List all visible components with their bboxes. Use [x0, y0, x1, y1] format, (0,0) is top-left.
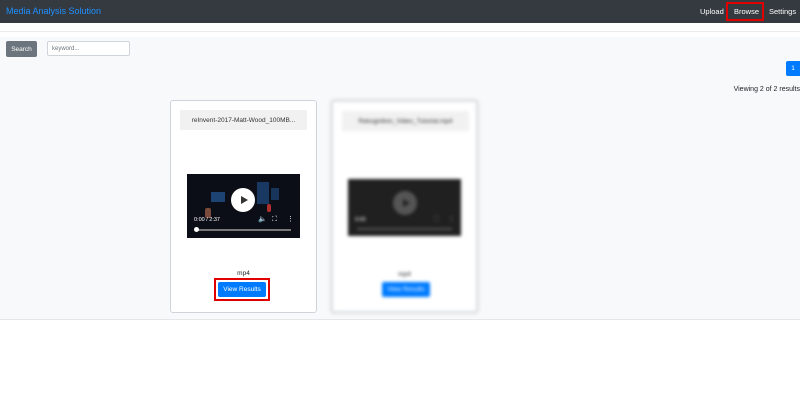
divider — [0, 31, 800, 32]
video-frame-graphic — [257, 182, 269, 204]
video-progress-handle[interactable] — [194, 227, 199, 232]
play-icon — [240, 196, 248, 204]
play-button[interactable] — [393, 191, 417, 215]
video-player[interactable]: 0:00 / 2:37 🔈 ⛶ ⋮ — [187, 174, 300, 238]
media-card: reInvent-2017-Matt-Wood_100MB... 0:00 / … — [170, 100, 317, 313]
fullscreen-icon[interactable]: ⛶ — [272, 216, 277, 224]
video-frame-person — [267, 204, 271, 212]
video-time: 0:00 — [355, 217, 366, 223]
media-title: Rekognition_Video_Tutorial.mp4 — [342, 111, 469, 131]
media-card: Rekognition_Video_Tutorial.mp4 0:00 ⛶ ⋮ … — [331, 100, 478, 313]
video-player[interactable]: 0:00 ⛶ ⋮ — [348, 179, 461, 236]
more-options-icon[interactable]: ⋮ — [287, 216, 294, 224]
top-navbar: Media Analysis Solution Upload Browse Se… — [0, 0, 800, 23]
play-button[interactable] — [231, 188, 255, 212]
fullscreen-icon[interactable]: ⛶ — [434, 216, 439, 224]
more-options-icon[interactable]: ⋮ — [448, 216, 455, 224]
nav-settings[interactable]: Settings — [769, 7, 796, 16]
brand-logo[interactable]: Media Analysis Solution — [6, 6, 101, 16]
media-format: mp4 — [398, 271, 411, 278]
video-progress-bar[interactable] — [196, 229, 291, 231]
video-time: 0:00 / 2:37 — [194, 217, 220, 223]
search-input[interactable]: keyword... — [47, 41, 130, 56]
view-results-highlight-box — [214, 278, 270, 301]
video-frame-graphic — [211, 192, 225, 202]
results-summary: Viewing 2 of 2 results — [733, 86, 800, 93]
media-title: reInvent-2017-Matt-Wood_100MB... — [180, 110, 307, 130]
search-button[interactable]: Search — [6, 41, 37, 57]
pagination-page-1[interactable]: 1 — [786, 61, 800, 76]
video-progress-bar[interactable] — [357, 228, 452, 230]
browse-highlight-box — [726, 2, 764, 21]
volume-icon[interactable]: 🔈 — [258, 216, 267, 224]
nav-upload[interactable]: Upload — [700, 7, 724, 16]
video-frame-graphic — [271, 188, 279, 200]
play-icon — [402, 199, 410, 207]
media-format: mp4 — [237, 270, 250, 277]
view-results-button[interactable]: View Results — [382, 282, 430, 297]
